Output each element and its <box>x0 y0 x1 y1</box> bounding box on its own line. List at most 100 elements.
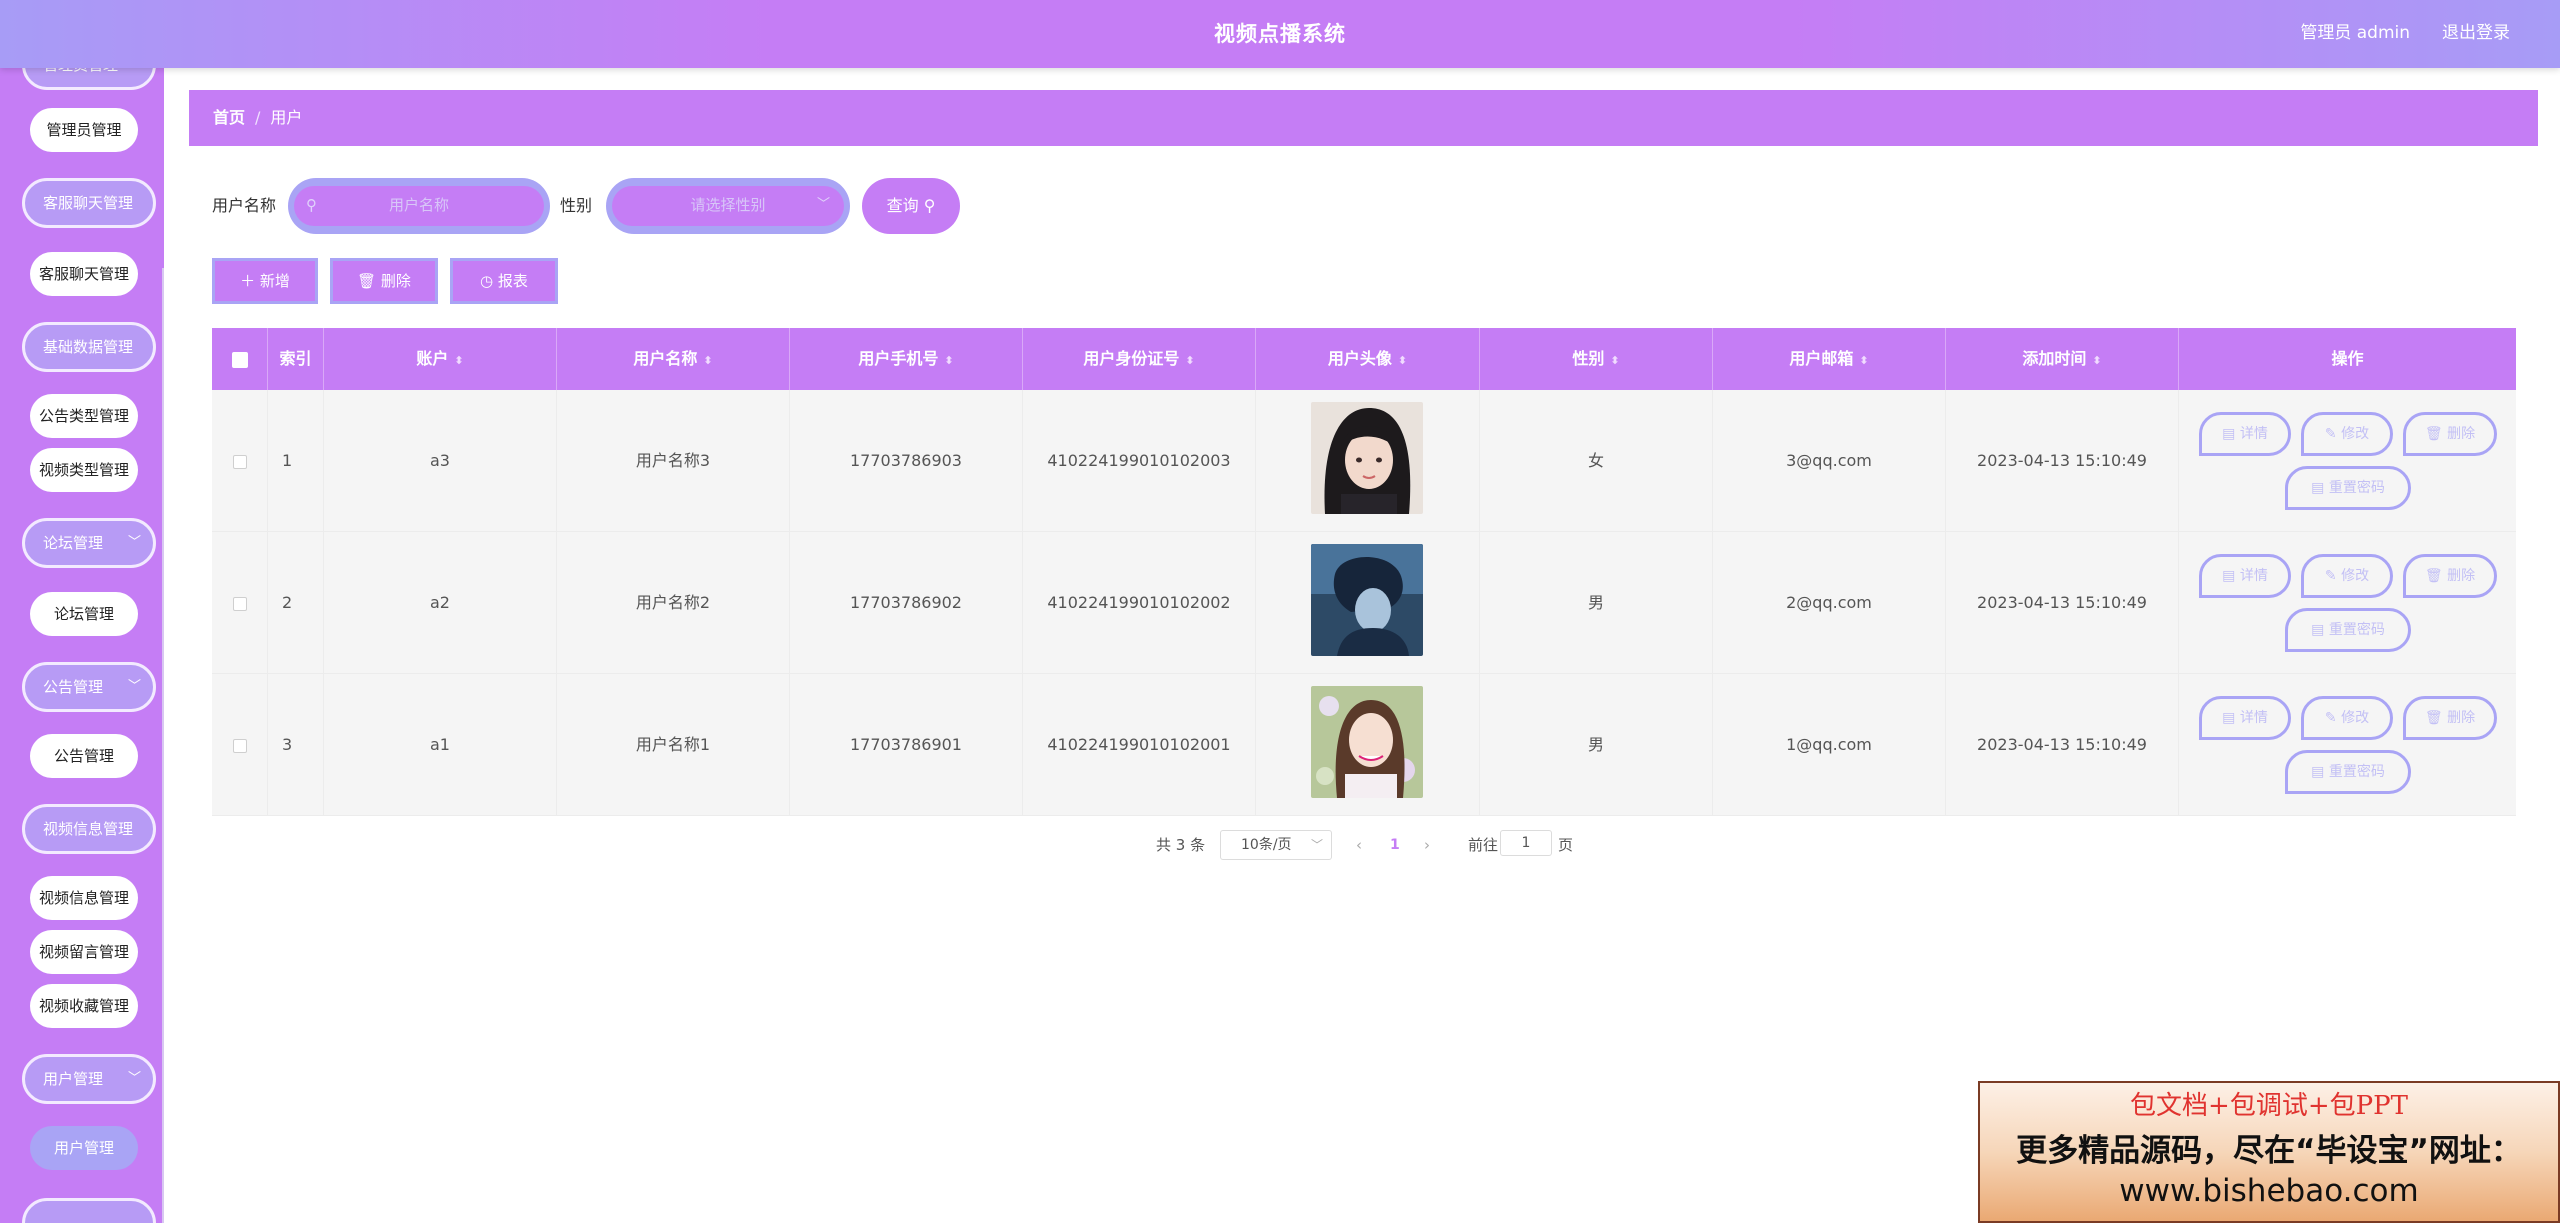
column-header[interactable]: 性别 ⬍ <box>1480 328 1713 390</box>
column-header[interactable]: 添加时间 ⬍ <box>1946 328 2179 390</box>
delete-row-button[interactable]: 🗑 删除 <box>2403 696 2497 740</box>
column-header[interactable]: 用户头像 ⬍ <box>1256 328 1480 390</box>
cell-gender: 男 <box>1480 532 1713 674</box>
app-title: 视频点播系统 <box>1214 22 1346 46</box>
column-header[interactable]: 用户名称 ⬍ <box>557 328 790 390</box>
sidebar-group-user[interactable]: 用户管理 ﹀ <box>22 1054 156 1104</box>
column-header[interactable]: 用户身份证号 ⬍ <box>1023 328 1256 390</box>
edit-button[interactable]: ✎ 修改 <box>2301 696 2393 740</box>
cell-email: 2@qq.com <box>1713 532 1946 674</box>
row-checkbox[interactable] <box>232 738 247 753</box>
sort-icon: ⬍ <box>1397 354 1408 367</box>
user-avatar[interactable] <box>1311 544 1423 656</box>
cell-created: 2023-04-13 15:10:49 <box>1946 674 2179 816</box>
gender-select-label: 性别 <box>560 196 593 215</box>
page-size-select[interactable]: 10条/页 ﹀ <box>1220 830 1332 860</box>
sidebar-group-notice[interactable]: 公告管理 ﹀ <box>22 662 156 712</box>
query-button-label: 查询 <box>886 196 919 215</box>
page-suffix-label: 页 <box>1558 836 1574 854</box>
sidebar-item-forum[interactable]: 论坛管理 <box>30 592 138 636</box>
row-checkbox[interactable] <box>232 596 247 611</box>
username-search-input[interactable]: ⚲ 用户名称 <box>288 178 550 234</box>
column-header[interactable]: 账户 ⬍ <box>324 328 557 390</box>
sort-icon: ⬍ <box>1185 354 1195 367</box>
reset-password-button[interactable]: ▤ 重置密码 <box>2285 466 2411 510</box>
select-all-checkbox[interactable] <box>231 351 248 368</box>
edit-button[interactable]: ✎ 修改 <box>2301 554 2393 598</box>
cell-operations: ▤ 详情 ✎ 修改 🗑 删除 ▤ 重置密码 <box>2179 390 2516 532</box>
cell-id-card: 410224199010102002 <box>1023 532 1256 674</box>
sidebar-item-chat[interactable]: 客服聊天管理 <box>30 252 138 296</box>
edit-button[interactable]: ✎ 修改 <box>2301 412 2393 456</box>
logout-link[interactable]: 退出登录 <box>2442 0 2510 66</box>
sidebar-group-chat[interactable]: 客服聊天管理 <box>22 178 156 228</box>
sidebar: 管理员管理 管理员管理 客服聊天管理 客服聊天管理 基础数据管理 公告类型管理 … <box>0 68 164 1223</box>
promo-line-2: 更多精品源码，尽在“毕设宝”网址： <box>2016 1133 2522 1169</box>
column-header[interactable]: 用户邮箱 ⬍ <box>1713 328 1946 390</box>
row-checkbox[interactable] <box>232 454 247 469</box>
cell-created: 2023-04-13 15:10:49 <box>1946 532 2179 674</box>
sidebar-item-video-info[interactable]: 视频信息管理 <box>30 876 138 920</box>
sidebar-group-basic-data[interactable]: 基础数据管理 <box>22 322 156 372</box>
cell-avatar <box>1256 674 1480 816</box>
sidebar-group-label: 基础数据管理 <box>43 338 134 356</box>
cell-avatar <box>1256 390 1480 532</box>
edit-icon: ✎ <box>2324 568 2337 584</box>
trash-icon: 🗑 <box>2424 426 2443 442</box>
column-header[interactable]: 用户手机号 ⬍ <box>790 328 1023 390</box>
user-avatar[interactable] <box>1311 402 1423 514</box>
chevron-down-icon: ﹀ <box>1310 838 1323 852</box>
query-button[interactable]: 查询 ⚲ <box>862 178 960 234</box>
sidebar-item-admin[interactable]: 管理员管理 <box>30 108 138 152</box>
cell-name: 用户名称1 <box>557 674 790 816</box>
sort-icon: ⬍ <box>2092 354 2102 367</box>
sidebar-item-video-comment[interactable]: 视频留言管理 <box>30 930 138 974</box>
promo-line-1: 包文档+包调试+包PPT <box>2130 1091 2408 1121</box>
sidebar-group-label: 管理员管理 <box>43 68 118 74</box>
chevron-down-icon: ﹀ <box>127 535 141 550</box>
chart-pie-icon: ◷ <box>480 272 494 290</box>
page-number-current[interactable]: 1 <box>1390 832 1400 858</box>
cell-id-card: 410224199010102003 <box>1023 390 1256 532</box>
gender-select[interactable]: 请选择性别 ﹀ <box>606 178 850 234</box>
detail-button[interactable]: ▤ 详情 <box>2199 554 2291 598</box>
sidebar-item-notice[interactable]: 公告管理 <box>30 734 138 778</box>
column-header: 索引 <box>268 328 324 390</box>
detail-button[interactable]: ▤ 详情 <box>2199 412 2291 456</box>
edit-icon: ✎ <box>2324 426 2337 442</box>
next-page-icon[interactable]: › <box>1424 832 1430 858</box>
delete-row-button[interactable]: 🗑 删除 <box>2403 554 2497 598</box>
breadcrumb-home[interactable]: 首页 <box>213 108 245 127</box>
report-button[interactable]: ◷ 报表 <box>450 258 558 304</box>
sidebar-group-more[interactable] <box>22 1198 156 1223</box>
user-avatar[interactable] <box>1311 686 1423 798</box>
sidebar-item-video-type[interactable]: 视频类型管理 <box>30 448 138 492</box>
add-button[interactable]: ＋ 新增 <box>212 258 318 304</box>
sort-icon: ⬍ <box>1610 354 1620 367</box>
cell-gender: 男 <box>1480 674 1713 816</box>
reset-password-button[interactable]: ▤ 重置密码 <box>2285 750 2411 794</box>
sidebar-item-user[interactable]: 用户管理 <box>30 1126 138 1170</box>
reset-password-button[interactable]: ▤ 重置密码 <box>2285 608 2411 652</box>
document-icon: ▤ <box>2222 568 2236 584</box>
cell-account: a1 <box>324 674 557 816</box>
delete-row-button[interactable]: 🗑 删除 <box>2403 412 2497 456</box>
prev-page-icon[interactable]: ‹ <box>1356 832 1362 858</box>
delete-button[interactable]: 🗑 删除 <box>330 258 438 304</box>
sidebar-item-notice-type[interactable]: 公告类型管理 <box>30 394 138 438</box>
goto-page-input[interactable]: 1 <box>1500 830 1552 856</box>
chevron-down-icon: ﹀ <box>816 197 830 212</box>
sidebar-item-video-favorite[interactable]: 视频收藏管理 <box>30 984 138 1028</box>
cell-phone: 17703786903 <box>790 390 1023 532</box>
sidebar-group-admin[interactable]: 管理员管理 <box>22 68 156 90</box>
sidebar-group-forum[interactable]: 论坛管理 ﹀ <box>22 518 156 568</box>
detail-button[interactable]: ▤ 详情 <box>2199 696 2291 740</box>
cell-account: a2 <box>324 532 557 674</box>
sidebar-group-label: 论坛管理 <box>43 534 104 552</box>
sidebar-group-video-info[interactable]: 视频信息管理 <box>22 804 156 854</box>
table-row: 2 a2 用户名称2 17703786902 41022419901010200… <box>212 532 2516 674</box>
goto-label: 前往 <box>1468 836 1499 854</box>
gender-select-placeholder: 请选择性别 <box>690 196 766 214</box>
trash-icon: 🗑 <box>2424 710 2443 726</box>
cell-name: 用户名称2 <box>557 532 790 674</box>
